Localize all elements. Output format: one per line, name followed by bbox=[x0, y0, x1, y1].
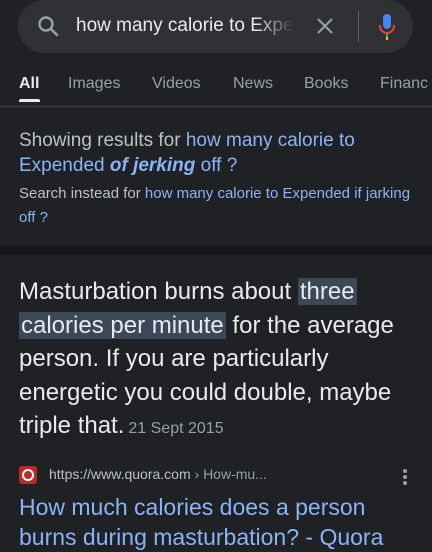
snippet-date: 21 Sept 2015 bbox=[128, 420, 224, 437]
tab-all[interactable]: All bbox=[19, 75, 39, 93]
tabs-divider bbox=[0, 106, 432, 107]
snippet-highlight: calories per minute bbox=[19, 311, 226, 339]
showing-results-line: Showing results for how many calorie to E… bbox=[19, 128, 419, 178]
tab-finance[interactable]: Financ bbox=[380, 75, 428, 93]
search-input[interactable]: how many calorie to Expe bbox=[76, 15, 294, 41]
corrected-term[interactable]: of jerking bbox=[110, 155, 196, 176]
active-tab-indicator bbox=[19, 99, 40, 102]
search-bar[interactable]: how many calorie to Expe bbox=[18, 0, 413, 53]
section-separator bbox=[0, 246, 432, 255]
spelling-correction: Showing results for how many calorie to E… bbox=[19, 128, 419, 230]
search-instead-label: Search instead for bbox=[19, 185, 145, 202]
tab-videos[interactable]: Videos bbox=[152, 75, 201, 93]
snippet-highlight: three bbox=[297, 278, 357, 305]
result-url[interactable]: https://www.quora.com › How-mu... bbox=[49, 466, 267, 482]
result-source[interactable]: https://www.quora.com › How-mu... bbox=[19, 465, 419, 487]
quora-logo-icon bbox=[19, 466, 37, 484]
search-tabs: All Images Videos News Books Financ bbox=[0, 68, 432, 104]
snippet-text: Masturbation burns about bbox=[19, 278, 298, 305]
tab-news[interactable]: News bbox=[233, 75, 273, 93]
more-vert-icon[interactable] bbox=[401, 467, 409, 487]
tab-books[interactable]: Books bbox=[304, 75, 348, 93]
tab-images[interactable]: Images bbox=[68, 75, 120, 93]
search-divider bbox=[358, 11, 359, 42]
search-instead-line: Search instead for how many calorie to E… bbox=[19, 182, 419, 230]
close-icon[interactable] bbox=[314, 15, 336, 37]
featured-snippet: Masturbation burns about three calories p… bbox=[19, 275, 419, 446]
mic-icon[interactable] bbox=[377, 12, 397, 42]
search-icon[interactable] bbox=[36, 14, 60, 38]
result-title-link[interactable]: How much calories does a person burns du… bbox=[19, 492, 419, 552]
showing-results-label: Showing results for bbox=[19, 130, 186, 151]
